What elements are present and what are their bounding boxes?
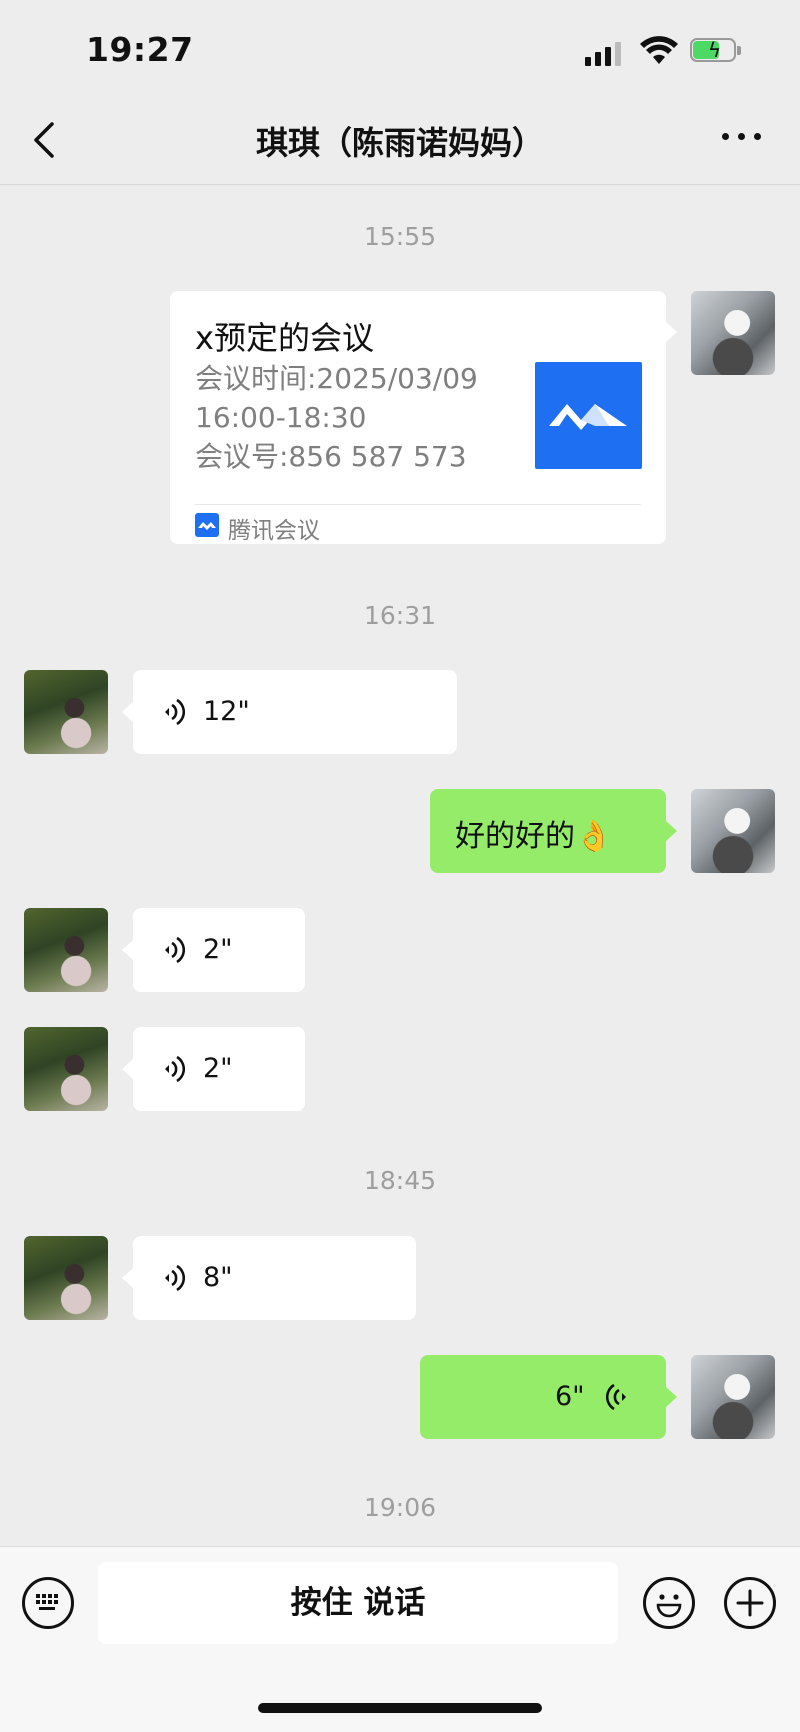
voice-wave-icon bbox=[165, 936, 185, 964]
timestamp: 16:31 bbox=[363, 601, 437, 630]
meeting-number: 会议号:856 587 573 bbox=[195, 440, 467, 473]
voice-message[interactable]: 8" bbox=[133, 1236, 416, 1320]
voice-duration: 8" bbox=[203, 1262, 233, 1293]
cellular-signal-icon bbox=[585, 40, 625, 66]
voice-message-sent[interactable]: 6" bbox=[420, 1355, 666, 1439]
home-indicator[interactable] bbox=[258, 1703, 542, 1713]
tencent-meeting-small-icon bbox=[195, 513, 219, 537]
timestamp: 18:45 bbox=[363, 1166, 437, 1195]
meeting-card[interactable]: x预定的会议 会议时间:2025/03/09 16:00-18:30 会议号:8… bbox=[170, 291, 666, 544]
emoji-icon[interactable] bbox=[643, 1577, 695, 1629]
bubble-tail bbox=[666, 1387, 677, 1407]
timestamp: 19:06 bbox=[363, 1493, 437, 1522]
contact-avatar[interactable] bbox=[24, 908, 108, 992]
bubble-tail bbox=[122, 940, 133, 960]
my-avatar[interactable] bbox=[691, 291, 775, 375]
contact-avatar[interactable] bbox=[24, 1027, 108, 1111]
contact-avatar[interactable] bbox=[24, 670, 108, 754]
timestamp: 15:55 bbox=[363, 222, 437, 251]
status-time: 19:27 bbox=[86, 30, 194, 69]
meeting-card-title: x预定的会议 bbox=[195, 319, 374, 357]
bubble-tail bbox=[122, 1059, 133, 1079]
chat-title: 琪琪（陈雨诺妈妈） bbox=[255, 124, 544, 162]
voice-message[interactable]: 2" bbox=[133, 908, 305, 992]
voice-wave-icon bbox=[165, 1055, 185, 1083]
bubble-tail bbox=[122, 1268, 133, 1288]
voice-message[interactable]: 2" bbox=[133, 1027, 305, 1111]
card-source-label: 腾讯会议 bbox=[228, 518, 320, 544]
voice-duration: 2" bbox=[203, 1053, 233, 1084]
more-options-icon[interactable] bbox=[722, 130, 762, 142]
message-text: 好的好的👌 bbox=[455, 819, 613, 854]
bubble-tail bbox=[122, 702, 133, 722]
bubble-tail bbox=[666, 322, 677, 342]
meeting-time-label: 会议时间:2025/03/09 bbox=[195, 362, 478, 395]
battery-charging-icon: ϟ bbox=[690, 38, 744, 64]
keyboard-icon[interactable] bbox=[22, 1577, 74, 1629]
voice-duration: 12" bbox=[203, 696, 250, 727]
voice-wave-icon bbox=[165, 698, 185, 726]
my-avatar[interactable] bbox=[691, 789, 775, 873]
add-icon[interactable] bbox=[724, 1577, 776, 1629]
wifi-icon bbox=[640, 36, 678, 66]
voice-message[interactable]: 12" bbox=[133, 670, 457, 754]
card-divider bbox=[195, 504, 641, 505]
voice-wave-icon bbox=[606, 1383, 626, 1411]
text-message[interactable]: 好的好的👌 bbox=[430, 789, 666, 873]
voice-duration: 6" bbox=[555, 1381, 585, 1412]
bubble-tail bbox=[666, 821, 677, 841]
hold-to-talk-button[interactable]: 按住 说话 bbox=[98, 1562, 618, 1644]
tencent-meeting-logo-icon bbox=[535, 362, 642, 469]
voice-wave-icon bbox=[165, 1264, 185, 1292]
contact-avatar[interactable] bbox=[24, 1236, 108, 1320]
my-avatar[interactable] bbox=[691, 1355, 775, 1439]
meeting-time-range: 16:00-18:30 bbox=[195, 401, 367, 434]
voice-duration: 2" bbox=[203, 934, 233, 965]
